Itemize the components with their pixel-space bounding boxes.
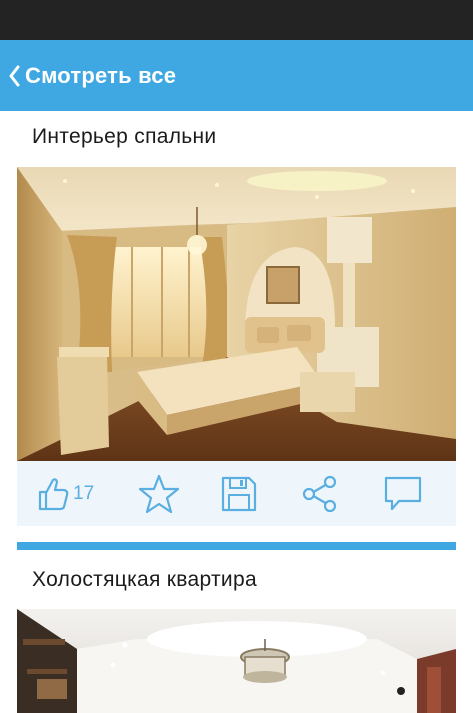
bedroom-photo[interactable] [17, 167, 456, 461]
app-bar: Смотреть все [0, 40, 473, 111]
share-icon [302, 475, 337, 512]
feed[interactable]: Интерьер спальни 17 Холостяцкая квартира [0, 111, 473, 713]
post-title: Холостяцкая квартира [32, 568, 257, 591]
speech-bubble-icon [384, 476, 422, 510]
save-button[interactable] [220, 461, 258, 526]
back-button[interactable]: Смотреть все [0, 40, 176, 111]
comment-button[interactable] [383, 461, 423, 526]
like-count: 17 [73, 482, 95, 504]
post-divider [17, 542, 456, 550]
post-action-bar: 17 [17, 461, 456, 526]
like-button[interactable]: 17 [37, 461, 94, 526]
favorite-button[interactable] [138, 461, 180, 526]
share-button[interactable] [301, 461, 339, 526]
status-bar [0, 0, 473, 40]
star-icon [138, 474, 180, 513]
thumbs-up-icon [38, 477, 69, 510]
chevron-left-icon [9, 65, 20, 86]
back-button-label: Смотреть все [25, 62, 177, 88]
post-title: Интерьер спальни [32, 125, 217, 148]
living-room-photo[interactable] [17, 609, 456, 713]
floppy-disk-icon [221, 476, 257, 511]
